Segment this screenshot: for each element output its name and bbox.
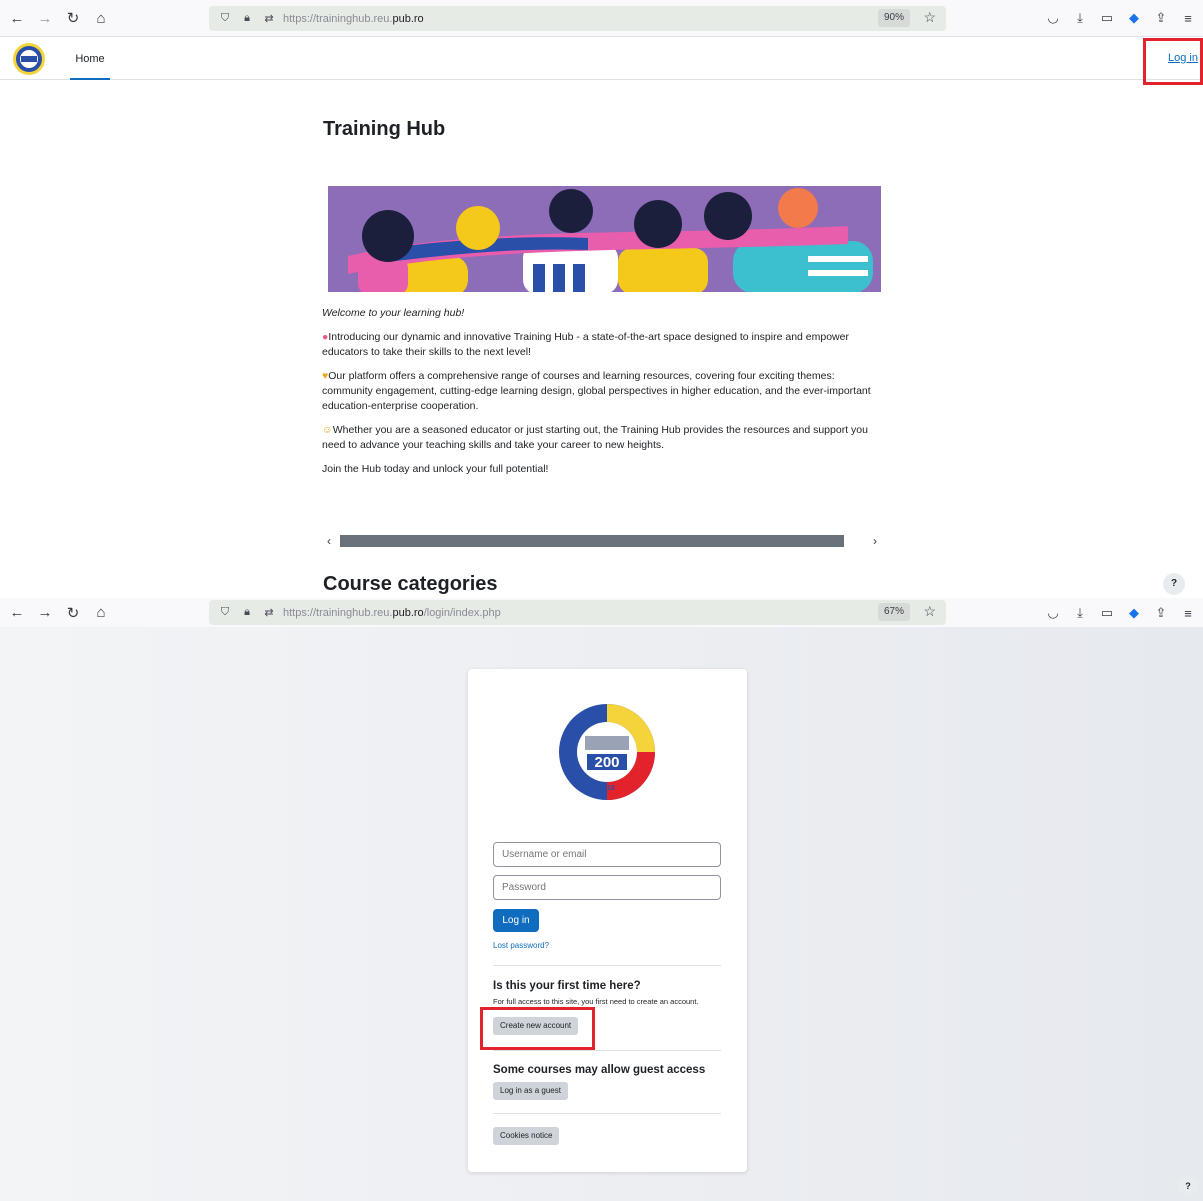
intro-paragraph: ●Introducing our dynamic and innovative … xyxy=(322,331,849,358)
share-icon[interactable]: ⇪ xyxy=(1152,9,1170,27)
address-bar[interactable]: ⛉ 🔒︎ ⇄ https://traininghub.reu.pub.ro 90… xyxy=(209,6,946,31)
permissions-icon[interactable]: ⇄ xyxy=(261,11,277,27)
menu-icon[interactable]: ≡ xyxy=(1179,604,1197,622)
guest-access-heading: Some courses may allow guest access xyxy=(493,1064,706,1076)
scroll-left-icon[interactable]: ‹ xyxy=(322,534,336,548)
help-button[interactable]: ? xyxy=(1163,573,1185,595)
forward-arrow-icon[interactable]: → xyxy=(34,7,56,29)
reader-icon[interactable]: ▭ xyxy=(1098,604,1116,622)
cookies-notice-button[interactable]: Cookies notice xyxy=(493,1127,560,1145)
guest-login-button[interactable]: Log in as a guest xyxy=(493,1082,568,1100)
divider xyxy=(493,965,721,966)
first-time-text: For full access to this site, you first … xyxy=(493,997,699,1006)
home-icon[interactable]: ⌂ xyxy=(90,7,112,29)
shield-icon: ⛉ xyxy=(220,12,230,24)
download-icon[interactable]: ⤓ xyxy=(1071,604,1089,622)
extension-icon[interactable]: ◆ xyxy=(1125,604,1143,622)
people-illustration xyxy=(328,186,881,292)
page-title: Training Hub xyxy=(323,118,446,140)
zoom-indicator[interactable]: 67% xyxy=(877,603,910,621)
reader-icon[interactable]: ▭ xyxy=(1098,9,1116,27)
scrollbar-thumb[interactable] xyxy=(339,535,845,547)
hero-banner xyxy=(328,186,881,292)
university-emblem: 200 1818 xyxy=(559,704,655,800)
hub-description: Welcome to your learning hub! ●Introduci… xyxy=(322,306,887,486)
username-input[interactable] xyxy=(493,842,721,867)
bookmark-star-icon[interactable]: ☆ xyxy=(923,9,936,26)
help-button[interactable]: ? xyxy=(1178,1176,1198,1196)
reload-icon[interactable]: ↻ xyxy=(62,7,84,29)
welcome-text: Welcome to your learning hub! xyxy=(322,307,465,319)
home-icon[interactable]: ⌂ xyxy=(90,602,112,624)
back-arrow-icon[interactable]: ← xyxy=(6,602,28,624)
browser-toolbar-top: ← → ↻ ⌂ ⛉ 🔒︎ ⇄ https://traininghub.reu.p… xyxy=(0,0,1203,37)
divider xyxy=(493,1113,721,1114)
lost-password-link[interactable]: Lost password? xyxy=(493,941,549,950)
menu-icon[interactable]: ≡ xyxy=(1179,9,1197,27)
back-arrow-icon[interactable]: ← xyxy=(6,7,28,29)
forward-arrow-icon[interactable]: → xyxy=(34,602,56,624)
themes-paragraph: ♥Our platform offers a comprehensive ran… xyxy=(322,370,871,412)
highlight-box-login xyxy=(1143,38,1203,85)
carousel-scrollbar[interactable]: ‹ › xyxy=(322,532,882,550)
lock-icon: 🔒︎ xyxy=(244,12,250,24)
zoom-indicator[interactable]: 90% xyxy=(877,9,910,27)
share-icon[interactable]: ⇪ xyxy=(1152,604,1170,622)
download-icon[interactable]: ⤓ xyxy=(1071,9,1089,27)
smile-emoji-icon: ☺ xyxy=(322,424,333,436)
login-button[interactable]: Log in xyxy=(493,909,539,932)
login-card: 200 1818 Log in Lost password? Is this y… xyxy=(468,669,747,1172)
course-categories-heading: Course categories xyxy=(323,573,498,595)
resources-paragraph: ☺Whether you are a seasoned educator or … xyxy=(322,424,868,451)
reload-icon[interactable]: ↻ xyxy=(62,602,84,624)
highlight-box-create-account xyxy=(480,1007,595,1050)
join-paragraph: Join the Hub today and unlock your full … xyxy=(322,463,549,475)
toolbar-right-icons: ◡ ⤓ ▭ ◆ ⇪ ≡ xyxy=(1044,9,1197,27)
emblem-year: 1818 xyxy=(599,785,615,792)
pocket-icon[interactable]: ◡ xyxy=(1044,604,1062,622)
password-input[interactable] xyxy=(493,875,721,900)
divider xyxy=(493,1050,721,1051)
address-bar[interactable]: ⛉ 🔒︎ ⇄ https://traininghub.reu.pub.ro/lo… xyxy=(209,600,946,625)
first-time-heading: Is this your first time here? xyxy=(493,980,641,992)
bookmark-star-icon[interactable]: ☆ xyxy=(923,603,936,620)
url-text: https://traininghub.reu.pub.ro xyxy=(283,12,424,25)
pocket-icon[interactable]: ◡ xyxy=(1044,9,1062,27)
lock-icon: 🔒︎ xyxy=(244,606,250,618)
browser-toolbar-bottom: ← → ↻ ⌂ ⛉ 🔒︎ ⇄ https://traininghub.reu.p… xyxy=(0,598,1203,628)
nav-home-tab[interactable]: Home xyxy=(70,38,110,80)
url-text: https://traininghub.reu.pub.ro/login/ind… xyxy=(283,606,501,619)
shield-icon: ⛉ xyxy=(220,606,230,618)
site-navbar: Home Log in xyxy=(0,38,1203,80)
toolbar-right-icons: ◡ ⤓ ▭ ◆ ⇪ ≡ xyxy=(1044,604,1197,622)
scroll-right-icon[interactable]: › xyxy=(868,534,882,548)
emblem-number: 200 xyxy=(594,754,619,771)
permissions-icon[interactable]: ⇄ xyxy=(261,605,277,621)
extension-icon[interactable]: ◆ xyxy=(1125,9,1143,27)
site-logo[interactable] xyxy=(12,42,46,76)
